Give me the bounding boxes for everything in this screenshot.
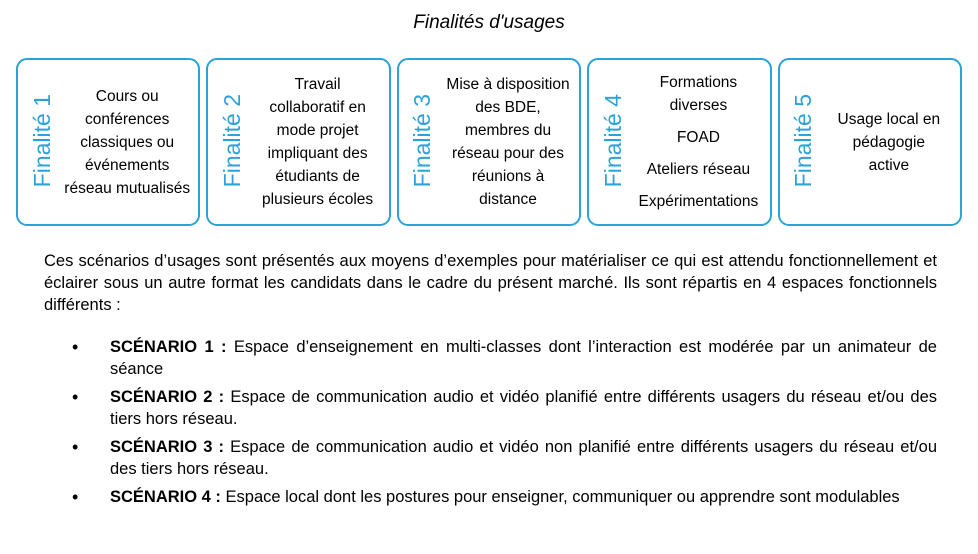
diagram-title: Finalités d'usages (413, 12, 565, 33)
scenario-text: Espace de communication audio et vidéo n… (110, 438, 937, 478)
finalite-label-2: Finalité 2 (218, 94, 245, 188)
card-text: Usage local en pédagogie active (837, 110, 941, 174)
scenario-text: Espace local dont les postures pour ense… (220, 488, 900, 506)
finalite-label-3: Finalité 3 (409, 94, 436, 188)
scenario-title: SCÉNARIO 4 : (110, 488, 221, 506)
card-text: Cours ou conférences classiques ou événe… (64, 87, 191, 197)
bullet-icon: • (72, 487, 79, 507)
finalite-label-1: Finalité 1 (28, 94, 55, 188)
scenario-text: Espace de communication audio et vidéo p… (110, 388, 938, 428)
card-text: Formations diverses (659, 73, 738, 114)
scenario-title: SCÉNARIO 2 : (110, 388, 225, 406)
finalite-label-5: Finalité 5 (790, 94, 817, 188)
finalite-description-3: Mise à disposition des BDE, membres du r… (441, 64, 575, 220)
scenario-item-4: • SCÉNARIO 4 : Espace local dont les pos… (44, 486, 937, 508)
finalite-description-4: Formations diverses FOAD Ateliers réseau… (631, 64, 765, 220)
finalite-label-4: Finalité 4 (599, 94, 626, 188)
bullet-icon: • (72, 387, 79, 407)
card-text: Expérimentations (638, 193, 759, 211)
finalite-card-2: Finalité 2 Travail collaboratif en mode … (206, 58, 391, 226)
card-text: Ateliers réseau (646, 161, 751, 179)
scenario-title: SCÉNARIO 1 : (110, 338, 227, 356)
scenario-text: Espace d’enseignement en multi-classes d… (110, 338, 937, 378)
intro-paragraph: Ces scénarios d’usages sont présentés au… (44, 252, 937, 314)
finalite-description-5: Usage local en pédagogie active (822, 64, 956, 220)
finalite-description-1: Cours ou conférences classiques ou événe… (60, 64, 194, 220)
bullet-icon: • (72, 337, 79, 357)
finalite-card-3: Finalité 3 Mise à disposition des BDE, m… (396, 58, 582, 226)
card-text: Mise à disposition des BDE, membres du r… (446, 76, 570, 208)
scenario-title: SCÉNARIO 3 : (110, 438, 225, 456)
finalite-description-2: Travail collaboratif en mode projet impl… (250, 64, 384, 220)
scenario-item-3: • SCÉNARIO 3 : Espace de communication a… (44, 436, 937, 480)
card-text: FOAD (676, 128, 720, 146)
scenario-list: • SCÉNARIO 1 : Espace d’enseignement en … (44, 336, 937, 514)
finalite-card-1: Finalité 1 Cours ou conférences classiqu… (16, 58, 201, 226)
bullet-icon: • (72, 437, 79, 457)
finalite-card-4: Finalité 4 Formations diverses FOAD Atel… (587, 58, 772, 226)
finalites-diagram: Finalité 1 Cours ou conférences classiqu… (16, 58, 963, 226)
scenario-item-2: • SCÉNARIO 2 : Espace de communication a… (44, 386, 937, 430)
finalite-card-5: Finalité 5 Usage local en pédagogie acti… (777, 58, 963, 226)
card-text: Travail collaboratif en mode projet impl… (262, 76, 374, 208)
scenario-item-1: • SCÉNARIO 1 : Espace d’enseignement en … (44, 336, 937, 380)
